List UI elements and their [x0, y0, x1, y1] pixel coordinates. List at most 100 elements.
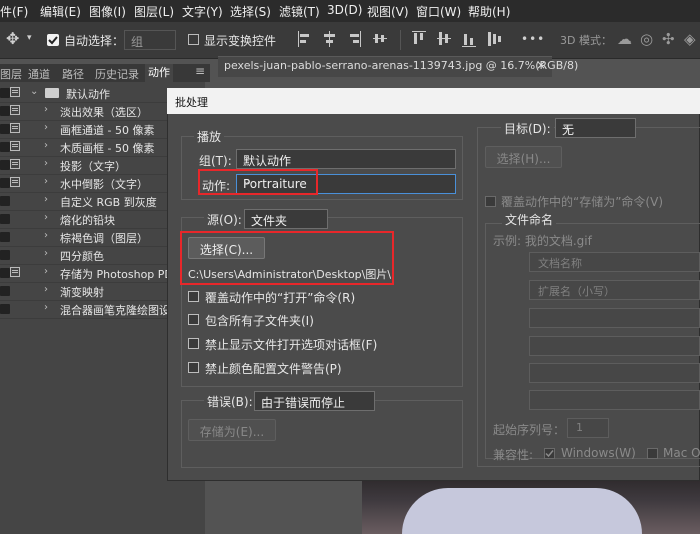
tab-channels[interactable]: 通道 — [28, 66, 50, 82]
errors-dropdown[interactable]: 由于错误而停止 ⌄ — [254, 391, 375, 411]
align-bottom-icon[interactable] — [461, 28, 477, 50]
toggle-check[interactable] — [0, 304, 10, 314]
suppress-profile-warning-checkbox[interactable] — [188, 362, 199, 373]
align-top-icon[interactable] — [411, 28, 427, 50]
close-icon[interactable]: × — [536, 58, 546, 72]
chevron-down-icon: ⌄ — [251, 212, 259, 222]
chevron-right-icon[interactable]: › — [44, 140, 48, 151]
toggle-check[interactable] — [0, 160, 10, 170]
dialog-toggle-icon[interactable] — [10, 87, 20, 97]
dialog-toggle-icon[interactable] — [10, 141, 20, 151]
chevron-down-icon: ⌄ — [261, 394, 269, 404]
chevron-right-icon[interactable]: › — [44, 104, 48, 115]
align-middle-icon[interactable] — [372, 28, 388, 50]
menu-help[interactable]: 帮助(H) — [468, 3, 510, 20]
naming-field-5[interactable] — [529, 363, 700, 383]
chevron-down-icon[interactable]: ▾ — [27, 33, 32, 43]
chevron-right-icon[interactable]: › — [44, 158, 48, 169]
move-tool-icon[interactable]: ✥ — [6, 29, 19, 48]
show-transform-checkbox[interactable] — [188, 34, 199, 45]
align-hcenter-icon[interactable] — [322, 28, 338, 50]
naming-field-2[interactable]: 扩展名（小写） — [529, 280, 700, 300]
toggle-check[interactable] — [0, 88, 10, 98]
menu-window[interactable]: 窗口(W) — [416, 3, 461, 20]
override-save-checkbox[interactable] — [485, 196, 496, 207]
include-subfolders-checkbox[interactable] — [188, 314, 199, 325]
tab-paths[interactable]: 路径 — [62, 66, 84, 82]
dialog-toggle-icon[interactable] — [10, 105, 20, 115]
dialog-toggle-icon[interactable] — [10, 159, 20, 169]
tab-history[interactable]: 历史记录 — [95, 66, 139, 82]
toggle-check[interactable] — [0, 106, 10, 116]
canvas-image — [362, 478, 700, 534]
auto-select-label: 自动选择： — [64, 34, 125, 48]
3d-slide-icon[interactable]: ◈ — [684, 30, 696, 48]
chevron-right-icon[interactable]: › — [44, 266, 48, 277]
toggle-check[interactable] — [0, 286, 10, 296]
naming-field-4[interactable] — [529, 336, 700, 356]
source-dropdown[interactable]: 文件夹 ⌄ — [244, 209, 328, 229]
distribute-icon[interactable] — [486, 28, 502, 50]
toggle-check[interactable] — [0, 214, 10, 224]
menu-view[interactable]: 视图(V) — [367, 3, 409, 20]
compat-label: 兼容性: — [493, 448, 534, 462]
chevron-right-icon[interactable]: › — [44, 248, 48, 259]
file-naming-label: 文件命名 — [502, 211, 557, 228]
destination-dropdown[interactable]: 无 ⌄ — [555, 118, 636, 138]
toggle-check[interactable] — [0, 196, 10, 206]
naming-field-6[interactable] — [529, 390, 700, 410]
auto-select-target-dropdown[interactable]: 组 — [124, 30, 176, 50]
chevron-right-icon[interactable]: › — [44, 194, 48, 205]
toggle-check[interactable] — [0, 142, 10, 152]
group-dropdown[interactable]: 默认动作 ⌄ — [236, 149, 456, 169]
3d-orbit-icon[interactable]: ☁ — [617, 30, 632, 48]
chevron-right-icon[interactable]: › — [44, 176, 48, 187]
mac-label: Mac OS — [663, 446, 700, 460]
menu-layer[interactable]: 图层(L) — [134, 3, 174, 20]
align-vcenter-icon[interactable] — [436, 28, 452, 50]
menu-3d[interactable]: 3D(D) — [327, 3, 362, 17]
naming-field-3[interactable] — [529, 308, 700, 328]
auto-select-checkbox[interactable] — [47, 34, 59, 46]
save-as-button[interactable]: 存储为(E)... — [188, 419, 276, 441]
toggle-check[interactable] — [0, 124, 10, 134]
3d-pan-icon[interactable]: ✣ — [662, 30, 675, 48]
menu-image[interactable]: 图像(I) — [89, 3, 126, 20]
menu-edit[interactable]: 编辑(E) — [40, 3, 81, 20]
toggle-check[interactable] — [0, 178, 10, 188]
align-right-icon[interactable] — [347, 28, 363, 50]
document-title: pexels-juan-pablo-serrano-arenas-1139743… — [224, 59, 579, 72]
chevron-right-icon[interactable]: › — [44, 122, 48, 133]
dialog-toggle-icon[interactable] — [10, 123, 20, 133]
suppress-open-options-checkbox[interactable] — [188, 338, 199, 349]
align-left-icon[interactable] — [297, 28, 313, 50]
menu-file[interactable]: 件(F) — [0, 3, 28, 20]
menu-filter[interactable]: 滤镜(T) — [279, 3, 320, 20]
tab-actions[interactable]: 动作 — [145, 64, 173, 82]
more-options-icon[interactable]: ••• — [521, 32, 545, 46]
dialog-title-bar[interactable]: 批处理 — [167, 88, 700, 114]
chevron-right-icon[interactable]: › — [44, 302, 48, 313]
start-serial-input[interactable]: 1 — [567, 418, 609, 438]
destination-choose-button[interactable]: 选择(H)... — [485, 146, 562, 168]
dialog-toggle-icon[interactable] — [10, 177, 20, 187]
override-open-checkbox[interactable] — [188, 291, 199, 302]
chevron-right-icon[interactable]: › — [44, 212, 48, 223]
document-tab[interactable]: pexels-juan-pablo-serrano-arenas-1139743… — [218, 56, 578, 77]
toggle-check[interactable] — [0, 250, 10, 260]
toggle-check[interactable] — [0, 232, 10, 242]
dialog-toggle-icon[interactable] — [10, 267, 20, 277]
mac-checkbox[interactable] — [647, 448, 658, 459]
naming-field-1[interactable]: 文档名称 — [529, 252, 700, 272]
windows-checkbox[interactable] — [544, 448, 555, 459]
chevron-right-icon[interactable]: › — [44, 230, 48, 241]
chevron-right-icon[interactable]: › — [44, 284, 48, 295]
menu-type[interactable]: 文字(Y) — [182, 3, 223, 20]
3d-roll-icon[interactable]: ◎ — [640, 30, 653, 48]
chevron-down-icon[interactable]: ⌄ — [30, 86, 38, 97]
menu-select[interactable]: 选择(S) — [230, 3, 271, 20]
tab-layers[interactable]: 图层 — [0, 66, 22, 82]
highlight-box — [198, 169, 318, 195]
panel-menu-icon[interactable]: ≡ — [195, 64, 205, 78]
toggle-check[interactable] — [0, 268, 10, 278]
